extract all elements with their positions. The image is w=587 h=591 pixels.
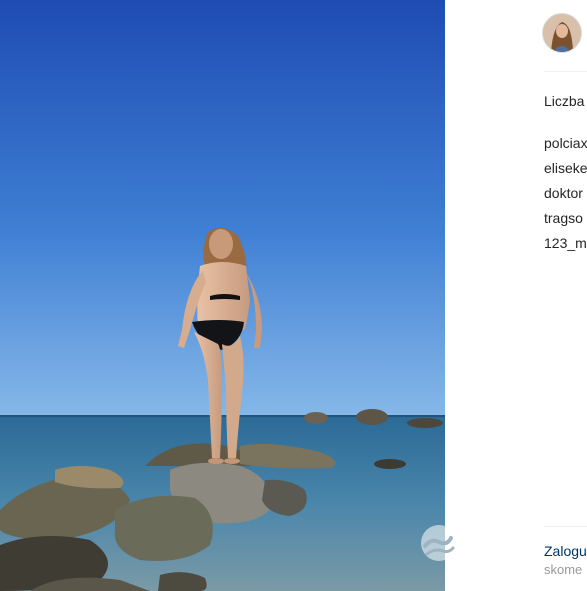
likes-count[interactable]: Liczba — [544, 93, 584, 109]
commenter-username[interactable]: eliseke — [544, 156, 587, 181]
post-sidebar: Liczba polciax eliseke doktor tragso 123… — [445, 0, 587, 591]
commenter-username[interactable]: polciax — [544, 131, 587, 156]
avatar[interactable] — [542, 13, 582, 53]
user-avatar-icon — [543, 14, 581, 52]
login-subtext: skome — [544, 562, 583, 577]
beach-photo — [0, 0, 445, 591]
commenter-username[interactable]: doktor — [544, 181, 587, 206]
footer-divider — [544, 526, 587, 527]
wave-logo-icon — [417, 520, 457, 566]
commenter-username[interactable]: tragso — [544, 206, 587, 231]
login-link[interactable]: Zalogu — [544, 543, 587, 559]
header-divider — [544, 71, 587, 72]
commenter-username[interactable]: 123_m — [544, 231, 587, 256]
post-photo — [0, 0, 445, 591]
comment-list: polciax eliseke doktor tragso 123_m — [544, 131, 587, 256]
